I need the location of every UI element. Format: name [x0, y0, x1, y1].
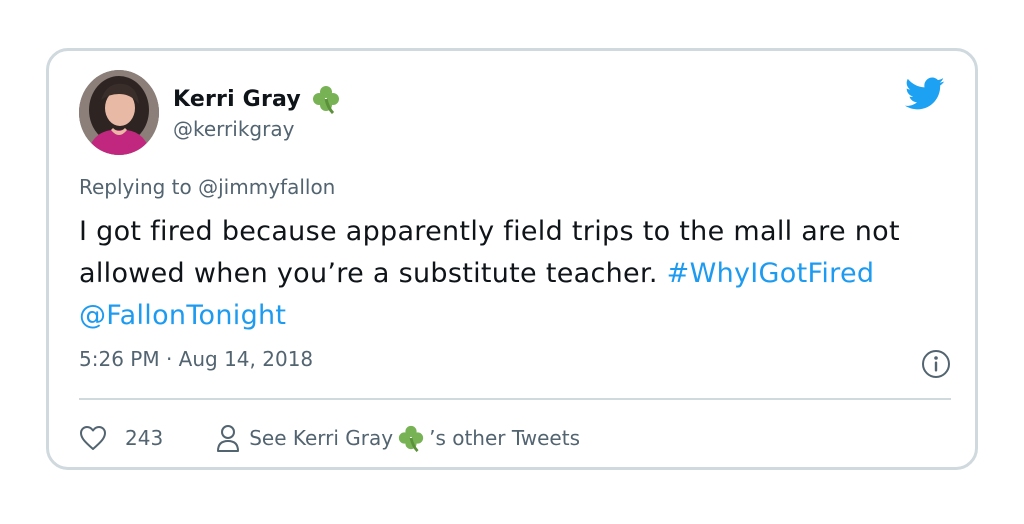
- info-icon[interactable]: [921, 349, 951, 379]
- tweet-card[interactable]: Kerri Gray @kerrikgray Replying to @jimm…: [46, 48, 978, 470]
- see-other-tweets-link[interactable]: See Kerri Gray ’s other Tweets: [215, 423, 580, 453]
- like-count: 243: [125, 426, 164, 450]
- like-button[interactable]: 243: [79, 425, 163, 451]
- author-name-row[interactable]: Kerri Gray: [173, 84, 341, 114]
- meta-separator: ·: [165, 347, 173, 371]
- see-prefix: See Kerri Gray: [249, 426, 394, 450]
- replying-prefix: Replying to: [79, 175, 192, 199]
- see-suffix: ’s other Tweets: [429, 426, 581, 450]
- display-name[interactable]: Kerri Gray: [173, 87, 301, 112]
- tweet-date[interactable]: Aug 14, 2018: [179, 347, 313, 371]
- shamrock-icon: [397, 424, 425, 452]
- person-icon: [215, 423, 241, 453]
- replying-to-line: Replying to @jimmyfallon: [79, 175, 335, 199]
- shamrock-icon: [311, 84, 341, 114]
- heart-icon[interactable]: [79, 425, 107, 451]
- action-bar: 243 See Kerri Gray ’s other Tweets: [79, 423, 580, 453]
- tweet-body: I got fired because apparently field tri…: [79, 211, 949, 337]
- hashtag-link[interactable]: #WhyIGotFired: [667, 258, 875, 289]
- timestamp-row[interactable]: 5:26 PM · Aug 14, 2018: [79, 347, 313, 371]
- mention-link[interactable]: @FallonTonight: [79, 300, 286, 331]
- twitter-bird-icon[interactable]: [905, 77, 945, 111]
- tweet-time[interactable]: 5:26 PM: [79, 347, 160, 371]
- user-handle[interactable]: @kerrikgray: [173, 117, 294, 141]
- avatar-photo: [79, 70, 159, 155]
- see-other-tweets-label[interactable]: See Kerri Gray ’s other Tweets: [249, 424, 580, 452]
- divider: [79, 398, 951, 400]
- avatar[interactable]: [79, 70, 159, 155]
- reply-mention-link[interactable]: @jimmyfallon: [198, 175, 335, 199]
